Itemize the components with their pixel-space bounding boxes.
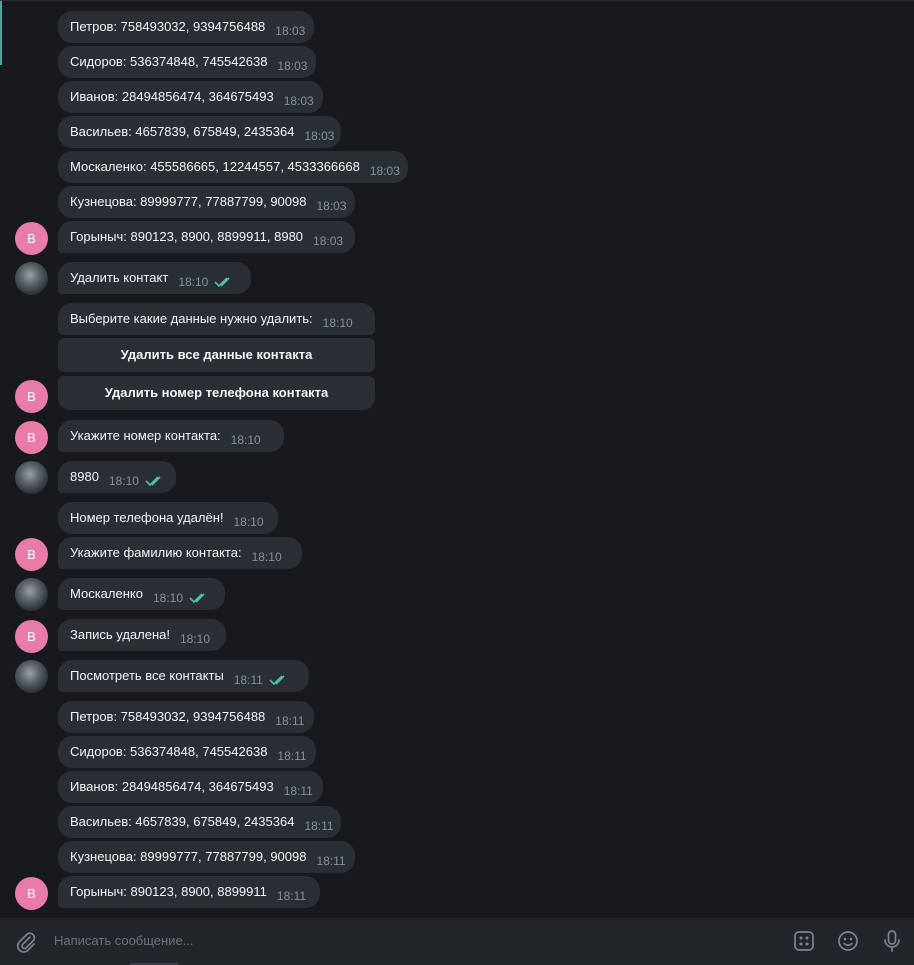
message-time: 18:03 xyxy=(283,94,314,108)
message-bubble-outgoing: 8980 18:10 xyxy=(58,461,176,493)
message-time: 18:03 xyxy=(313,234,344,248)
message-text: Номер телефона удалён! xyxy=(70,510,224,525)
user-avatar[interactable] xyxy=(15,262,48,295)
bot-avatar[interactable]: B xyxy=(15,222,48,255)
message-bubble: Сидоров: 536374848, 745542638 18:11 xyxy=(58,736,316,768)
message-text: Москаленко: 455586665, 12244557, 4533366… xyxy=(70,159,360,174)
message-time: 18:11 xyxy=(275,714,305,728)
message-time: 18:10 xyxy=(233,515,264,529)
message-time: 18:03 xyxy=(275,24,306,38)
message-time: 18:10 xyxy=(152,591,183,605)
message-text: Иванов: 28494856474, 364675493 xyxy=(70,89,274,104)
message-time: 18:11 xyxy=(304,819,334,833)
message-bubble-outgoing: Москаленко 18:10 xyxy=(58,578,225,610)
paperclip-icon[interactable] xyxy=(14,930,38,954)
message-text: Иванов: 28494856474, 364675493 xyxy=(70,779,274,794)
emoji-icon[interactable] xyxy=(836,929,860,953)
message-text: Васильев: 4657839, 675849, 2435364 xyxy=(70,814,295,829)
message-time: 18:10 xyxy=(322,316,353,330)
message-bubble: Петров: 758493032, 9394756488 18:11 xyxy=(58,701,314,733)
message-time: 18:10 xyxy=(251,550,282,564)
bot-commands-icon[interactable] xyxy=(792,929,816,953)
message-text: Кузнецова: 89999777, 77887799, 90098 xyxy=(70,849,307,864)
message-bubble: Укажите номер контакта: 18:10 xyxy=(58,420,284,452)
message-time: 18:03 xyxy=(369,164,400,178)
read-checks-icon xyxy=(145,476,161,487)
message-text: Горыныч: 890123, 8900, 8899911, 8980 xyxy=(70,229,304,244)
bot-avatar[interactable]: B xyxy=(15,380,48,413)
message-bubble: Москаленко: 455586665, 12244557, 4533366… xyxy=(58,151,408,183)
message-time: 18:10 xyxy=(230,433,261,447)
message-composer: Написать сообщение... xyxy=(0,918,914,965)
message-bubble: Сидоров: 536374848, 745542638 18:03 xyxy=(58,46,316,78)
message-time: 18:11 xyxy=(233,673,263,687)
message-bubble: Иванов: 28494856474, 364675493 18:11 xyxy=(58,771,323,803)
message-bubble: Горыныч: 890123, 8900, 8899911, 8980 18:0… xyxy=(58,221,355,253)
bot-avatar[interactable]: B xyxy=(15,538,48,571)
bot-avatar[interactable]: B xyxy=(15,421,48,454)
message-bubble: Выберите какие данные нужно удалить: 18:1… xyxy=(58,303,375,335)
message-text: Укажите фамилию контакта: xyxy=(70,545,242,560)
user-avatar[interactable] xyxy=(15,578,48,611)
message-bubble: Кузнецова: 89999777, 77887799, 90098 18:0… xyxy=(58,186,355,218)
message-text: 8980 xyxy=(70,469,99,484)
read-checks-icon xyxy=(189,593,205,604)
message-bubble: Васильев: 4657839, 675849, 2435364 18:03 xyxy=(58,116,341,148)
message-text: Выберите какие данные нужно удалить: xyxy=(70,311,313,326)
message-text: Петров: 758493032, 9394756488 xyxy=(70,19,266,34)
microphone-icon[interactable] xyxy=(880,928,904,954)
message-text: Укажите номер контакта: xyxy=(70,428,221,443)
read-checks-icon xyxy=(214,277,230,288)
message-text: Кузнецова: 89999777, 77887799, 90098 xyxy=(70,194,307,209)
message-bubble: Укажите фамилию контакта: 18:10 xyxy=(58,537,302,569)
message-bubble: Запись удалена! 18:10 xyxy=(58,619,226,651)
message-text: Посмотреть все контакты xyxy=(70,668,224,683)
bot-avatar[interactable]: B xyxy=(15,620,48,653)
message-bubble: Петров: 758493032, 9394756488 18:03 xyxy=(58,11,314,43)
accent-edge xyxy=(0,1,2,65)
message-time: 18:10 xyxy=(108,474,139,488)
message-time: 18:11 xyxy=(316,854,346,868)
message-bubble: Васильев: 4657839, 675849, 2435364 18:11 xyxy=(58,806,341,838)
delete-phone-button[interactable]: Удалить номер телефона контакта xyxy=(58,376,375,410)
message-bubble-outgoing: Удалить контакт 18:10 xyxy=(58,262,251,294)
message-bubble: Иванов: 28494856474, 364675493 18:03 xyxy=(58,81,323,113)
message-time: 18:11 xyxy=(277,749,307,763)
message-text: Москаленко xyxy=(70,586,143,601)
message-text: Сидоров: 536374848, 745542638 xyxy=(70,744,268,759)
delete-all-data-button[interactable]: Удалить все данные контакта xyxy=(58,338,375,372)
message-time: 18:03 xyxy=(277,59,308,73)
message-bubble: Кузнецова: 89999777, 77887799, 90098 18:1… xyxy=(58,841,355,873)
chat-history[interactable]: Петров: 758493032, 9394756488 18:03 Сидор… xyxy=(0,0,914,919)
message-text: Запись удалена! xyxy=(70,627,170,642)
message-time: 18:03 xyxy=(304,129,335,143)
user-avatar[interactable] xyxy=(15,660,48,693)
message-time: 18:10 xyxy=(180,632,211,646)
message-text: Петров: 758493032, 9394756488 xyxy=(70,709,266,724)
user-avatar[interactable] xyxy=(15,461,48,494)
message-bubble: Номер телефона удалён! 18:10 xyxy=(58,502,278,534)
message-time: 18:10 xyxy=(178,275,209,289)
message-bubble-outgoing: Посмотреть все контакты 18:11 xyxy=(58,660,309,692)
message-bubble: Горыныч: 890123, 8900, 8899911 18:11 xyxy=(58,876,320,908)
message-text: Горыныч: 890123, 8900, 8899911 xyxy=(70,884,267,899)
message-text: Удалить контакт xyxy=(70,270,169,285)
message-input[interactable]: Написать сообщение... xyxy=(54,933,194,948)
message-time: 18:11 xyxy=(276,889,307,903)
bot-avatar[interactable]: B xyxy=(15,877,48,910)
read-checks-icon xyxy=(269,675,285,686)
message-text: Сидоров: 536374848, 745542638 xyxy=(70,54,268,69)
message-time: 18:11 xyxy=(283,784,313,798)
message-text: Васильев: 4657839, 675849, 2435364 xyxy=(70,124,295,139)
message-time: 18:03 xyxy=(316,199,347,213)
